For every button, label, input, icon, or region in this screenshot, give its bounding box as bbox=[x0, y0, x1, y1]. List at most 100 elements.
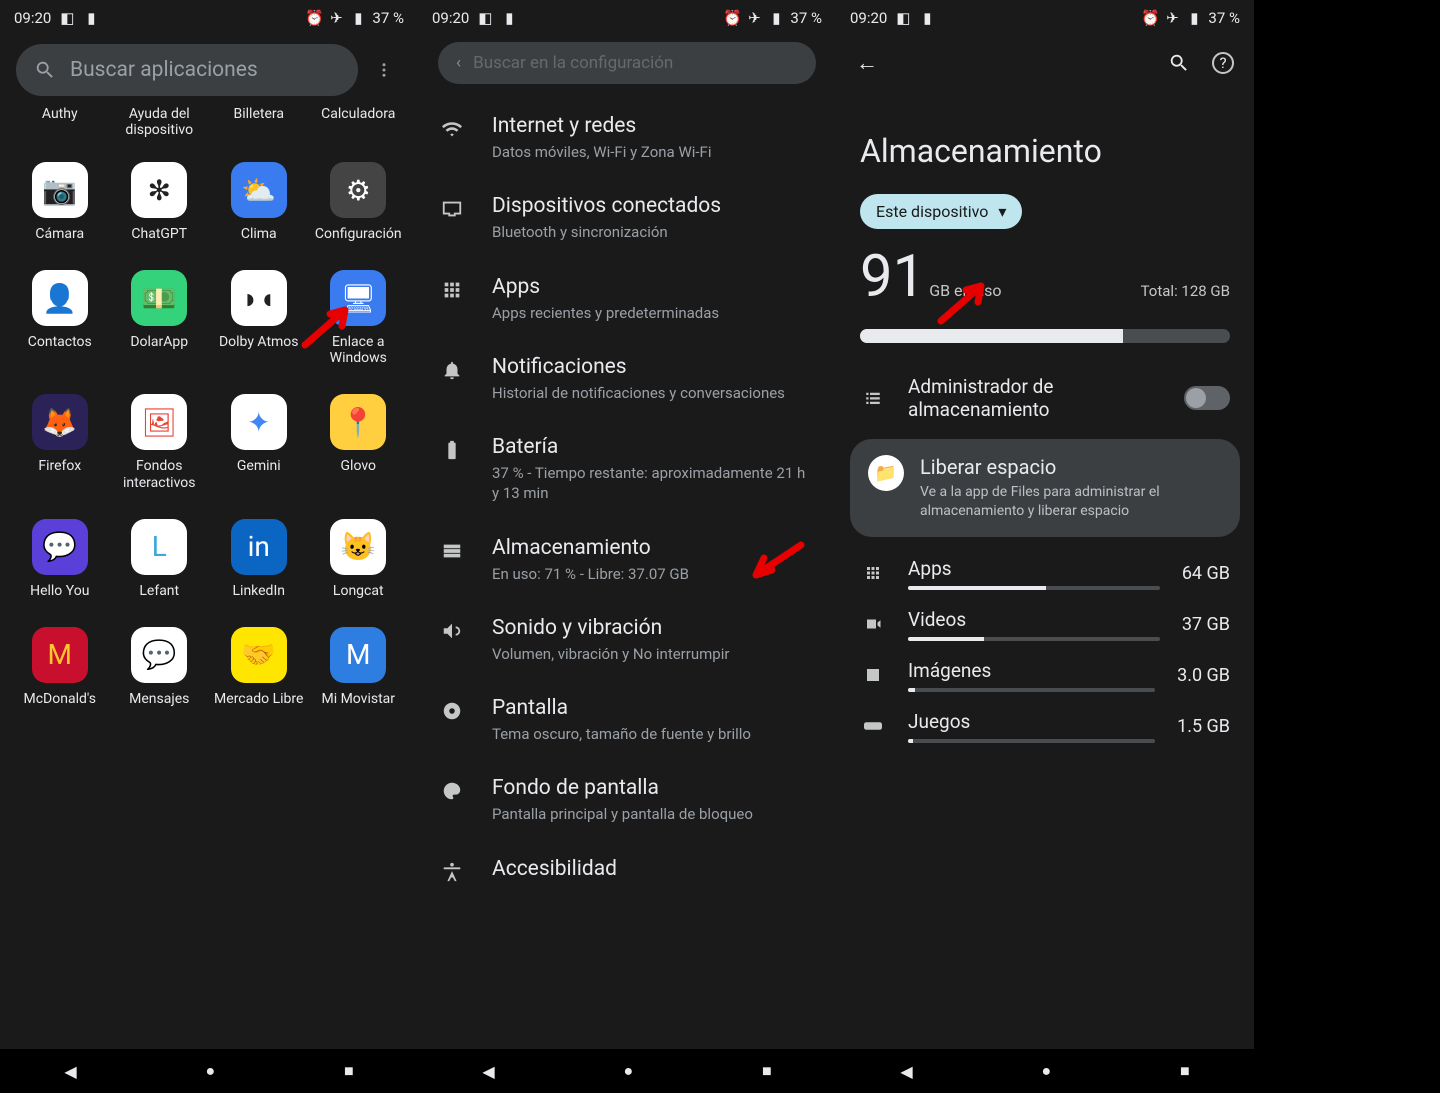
search-placeholder: Buscar en la configuración bbox=[473, 53, 673, 73]
back-button[interactable]: ← bbox=[856, 50, 878, 76]
setting-title: Fondo de pantalla bbox=[492, 776, 816, 800]
status-battery: 37 % bbox=[372, 9, 404, 27]
device-chip[interactable]: Este dispositivo ▾ bbox=[860, 194, 1022, 229]
setting-apps[interactable]: Apps Apps recientes y predeterminadas bbox=[418, 259, 836, 339]
status-icon-1: ◧ bbox=[895, 10, 911, 26]
app-glovo[interactable]: 📍 Glovo bbox=[309, 394, 409, 490]
app-icon: 📍 bbox=[330, 394, 386, 450]
app-label-text: Mercado Libre bbox=[214, 691, 303, 707]
app-lefant[interactable]: L Lefant bbox=[110, 519, 210, 599]
category-value: 37 GB bbox=[1182, 614, 1230, 635]
status-time: 09:20 bbox=[850, 9, 887, 27]
setting-bater-a[interactable]: Batería 37 % - Tiempo restante: aproxima… bbox=[418, 419, 836, 520]
app-label-text: Billetera bbox=[234, 106, 284, 122]
nav-home-icon[interactable]: ● bbox=[623, 1061, 633, 1081]
app-icon: 🖼 bbox=[131, 394, 187, 450]
setting-fondo-de-pantalla[interactable]: Fondo de pantalla Pantalla principal y p… bbox=[418, 760, 836, 840]
nav-recent-icon[interactable]: ■ bbox=[762, 1061, 772, 1081]
app-longcat[interactable]: 😺 Longcat bbox=[309, 519, 409, 599]
setting-pantalla[interactable]: Pantalla Tema oscuro, tamaño de fuente y… bbox=[418, 680, 836, 760]
app-fondos-interactivos[interactable]: 🖼 Fondos interactivos bbox=[110, 394, 210, 490]
nav-back-icon[interactable]: ◀ bbox=[482, 1062, 494, 1081]
app-linkedin[interactable]: in LinkedIn bbox=[209, 519, 309, 599]
app-label-text: Firefox bbox=[38, 458, 81, 474]
free-space-card[interactable]: 📁 Liberar espacio Ve a la app de Files p… bbox=[850, 439, 1240, 537]
storage-category-juegos[interactable]: Juegos 1.5 GB bbox=[836, 700, 1254, 751]
setting-notificaciones[interactable]: Notificaciones Historial de notificacion… bbox=[418, 339, 836, 419]
nav-back-icon[interactable]: ◀ bbox=[64, 1062, 76, 1081]
app-icon: M bbox=[330, 627, 386, 683]
nav-home-icon[interactable]: ● bbox=[1041, 1061, 1051, 1081]
status-icon-2: ▮ bbox=[83, 10, 99, 26]
setting-subtitle: 37 % - Tiempo restante: aproximadamente … bbox=[492, 463, 816, 504]
nav-recent-icon[interactable]: ■ bbox=[1180, 1061, 1190, 1081]
app-label-3[interactable]: Calculadora bbox=[309, 106, 409, 138]
palette-icon bbox=[432, 776, 472, 802]
app-dolarapp[interactable]: 💵 DolarApp bbox=[110, 270, 210, 366]
help-icon[interactable]: ? bbox=[1212, 52, 1234, 74]
image-icon bbox=[860, 666, 886, 684]
category-value: 64 GB bbox=[1182, 563, 1230, 584]
setting-subtitle: Pantalla principal y pantalla de bloqueo bbox=[492, 804, 816, 824]
app-mcdonald-s[interactable]: M McDonald's bbox=[10, 627, 110, 707]
nav-home-icon[interactable]: ● bbox=[205, 1061, 215, 1081]
app-mercado-libre[interactable]: 🤝 Mercado Libre bbox=[209, 627, 309, 707]
nav-recent-icon[interactable]: ■ bbox=[344, 1061, 354, 1081]
setting-title: Accesibilidad bbox=[492, 857, 816, 881]
storage-manager-toggle[interactable] bbox=[1184, 386, 1230, 410]
chevron-down-icon: ▾ bbox=[998, 202, 1006, 221]
app-label-text: Hello You bbox=[30, 583, 89, 599]
setting-almacenamiento[interactable]: Almacenamiento En uso: 71 % - Libre: 37.… bbox=[418, 520, 836, 600]
app-label-text: Longcat bbox=[333, 583, 384, 599]
overflow-menu-button[interactable] bbox=[366, 52, 402, 88]
app-label-text: Authy bbox=[42, 106, 78, 122]
setting-subtitle: Datos móviles, Wi-Fi y Zona Wi-Fi bbox=[492, 142, 816, 162]
app-label-text: Clima bbox=[241, 226, 277, 242]
app-icon: 👤 bbox=[32, 270, 88, 326]
status-icon-2: ▮ bbox=[919, 10, 935, 26]
devices-icon bbox=[432, 194, 472, 220]
search-settings-input[interactable]: ‹ Buscar en la configuración bbox=[438, 42, 816, 84]
setting-dispositivos-conectados[interactable]: Dispositivos conectados Bluetooth y sinc… bbox=[418, 178, 836, 258]
app-enlace-a-windows[interactable]: 🖥 Enlace a Windows bbox=[309, 270, 409, 366]
app-hello-you[interactable]: 💬 Hello You bbox=[10, 519, 110, 599]
alarm-icon: ⏰ bbox=[724, 10, 740, 26]
app-gemini[interactable]: ✦ Gemini bbox=[209, 394, 309, 490]
app-configuraci-n[interactable]: ⚙ Configuración bbox=[309, 162, 409, 242]
app-label-0[interactable]: Authy bbox=[10, 106, 110, 138]
setting-accesibilidad[interactable]: Accesibilidad bbox=[418, 841, 836, 901]
app-label-text: Calculadora bbox=[321, 106, 395, 122]
status-bar: 09:20 ◧ ▮ ⏰ ✈ ▮ 37 % bbox=[836, 0, 1254, 36]
app-firefox[interactable]: 🦊 Firefox bbox=[10, 394, 110, 490]
category-value: 1.5 GB bbox=[1177, 716, 1230, 737]
storage-category-apps[interactable]: Apps 64 GB bbox=[836, 547, 1254, 598]
setting-sonido-y-vibraci-n[interactable]: Sonido y vibración Volumen, vibración y … bbox=[418, 600, 836, 680]
app-dolby-atmos[interactable]: ◗◖ Dolby Atmos bbox=[209, 270, 309, 366]
category-label: Videos bbox=[908, 608, 1160, 631]
storage-category-videos[interactable]: Videos 37 GB bbox=[836, 598, 1254, 649]
volume-icon bbox=[432, 616, 472, 642]
storage-manager-row[interactable]: Administrador de almacenamiento bbox=[836, 361, 1254, 435]
setting-internet-y-redes[interactable]: Internet y redes Datos móviles, Wi-Fi y … bbox=[418, 98, 836, 178]
app-label-text: LinkedIn bbox=[233, 583, 286, 599]
status-battery: 37 % bbox=[790, 9, 822, 27]
app-label-2[interactable]: Billetera bbox=[209, 106, 309, 138]
free-space-sub: Ve a la app de Files para administrar el… bbox=[920, 483, 1222, 521]
panel-app-drawer: 09:20 ◧ ▮ ⏰ ✈ ▮ 37 % Buscar aplicaciones… bbox=[0, 0, 418, 1093]
app-label-text: Ayuda del dispositivo bbox=[112, 106, 206, 138]
app-clima[interactable]: ⛅ Clima bbox=[209, 162, 309, 242]
battery-icon: ▮ bbox=[1186, 10, 1202, 26]
nav-back-icon[interactable]: ◀ bbox=[900, 1062, 912, 1081]
search-icon[interactable] bbox=[1168, 52, 1190, 74]
app-c-mara[interactable]: 📷 Cámara bbox=[10, 162, 110, 242]
app-label-1[interactable]: Ayuda del dispositivo bbox=[110, 106, 210, 138]
app-chatgpt[interactable]: ✻ ChatGPT bbox=[110, 162, 210, 242]
app-contactos[interactable]: 👤 Contactos bbox=[10, 270, 110, 366]
search-apps-input[interactable]: Buscar aplicaciones bbox=[16, 44, 358, 96]
battery-icon: ▮ bbox=[350, 10, 366, 26]
app-label-text: Cámara bbox=[35, 226, 84, 242]
storage-category-imágenes[interactable]: Imágenes 3.0 GB bbox=[836, 649, 1254, 700]
app-mi-movistar[interactable]: M Mi Movistar bbox=[309, 627, 409, 707]
a11y-icon bbox=[432, 857, 472, 883]
app-mensajes[interactable]: 💬 Mensajes bbox=[110, 627, 210, 707]
